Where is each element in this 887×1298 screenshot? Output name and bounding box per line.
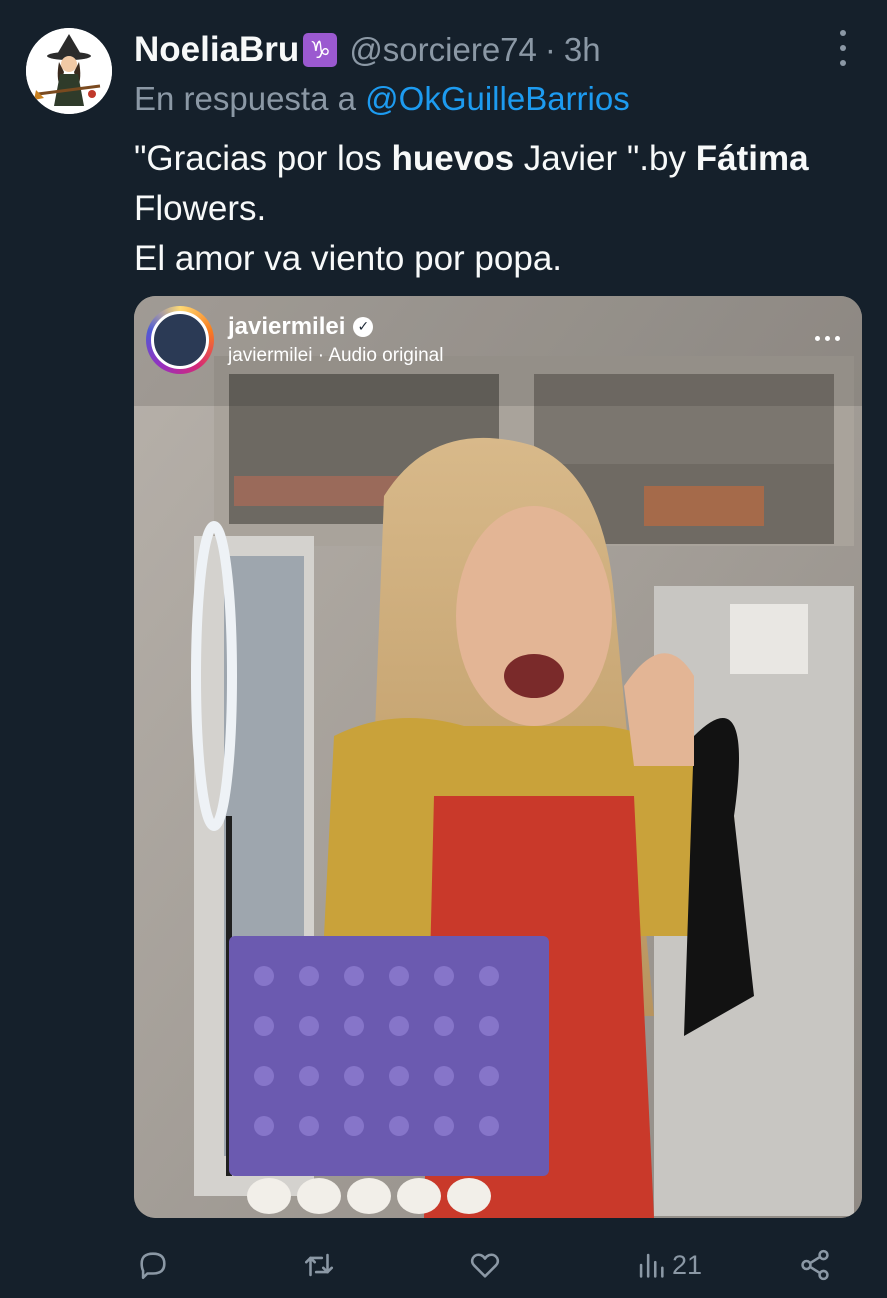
- separator-dot: ·: [544, 31, 556, 68]
- retweet-button[interactable]: [302, 1240, 336, 1290]
- like-button[interactable]: [468, 1240, 502, 1290]
- user-avatar[interactable]: [26, 28, 112, 114]
- display-name[interactable]: NoeliaBru: [134, 30, 299, 70]
- tweet-text-line-3: El amor va viento por popa.: [134, 239, 563, 278]
- tweet-header: NoeliaBru ♑ @sorciere74 · 3h: [134, 28, 601, 72]
- reply-context: En respuesta a @OkGuilleBarrios: [134, 80, 630, 118]
- witch-avatar-image: [26, 28, 112, 114]
- reply-icon: [140, 1252, 166, 1280]
- instagram-subtitle: javiermilei · Audio original: [228, 345, 444, 366]
- instagram-avatar[interactable]: [146, 306, 214, 374]
- timestamp[interactable]: 3h: [564, 31, 601, 69]
- tweet-text-line-2: Flowers.: [134, 189, 267, 228]
- more-options-icon[interactable]: [833, 30, 853, 66]
- video-frame-image: [134, 296, 862, 1218]
- share-icon: [801, 1249, 829, 1281]
- reply-mention-link[interactable]: @OkGuilleBarrios: [365, 80, 630, 117]
- embedded-video[interactable]: javiermilei ✓ javiermilei · Audio origin…: [134, 296, 862, 1218]
- retweet-icon: [304, 1253, 334, 1277]
- share-button[interactable]: [798, 1240, 832, 1290]
- verified-icon: ✓: [353, 317, 374, 337]
- reply-prefix: En respuesta a: [134, 80, 356, 117]
- tweet-text: "Gracias por los huevos Javier ".by Fáti…: [134, 134, 864, 284]
- tweet-text-line-1: "Gracias por los huevos Javier ".by Fáti…: [134, 139, 809, 178]
- views-button[interactable]: 21: [634, 1240, 702, 1290]
- video-more-icon[interactable]: [815, 336, 840, 341]
- reply-button[interactable]: [136, 1240, 170, 1290]
- capricorn-icon: ♑: [303, 33, 338, 67]
- views-icon: [639, 1253, 664, 1278]
- views-count: 21: [672, 1249, 703, 1280]
- tweet-actions: 21: [134, 1240, 862, 1290]
- heart-icon: [470, 1253, 500, 1278]
- instagram-username[interactable]: javiermilei: [228, 313, 345, 341]
- user-handle[interactable]: @sorciere74: [349, 31, 537, 69]
- tweet[interactable]: NoeliaBru ♑ @sorciere74 · 3h En respuest…: [0, 0, 887, 1298]
- instagram-header-overlay: javiermilei ✓ javiermilei · Audio origin…: [146, 306, 443, 374]
